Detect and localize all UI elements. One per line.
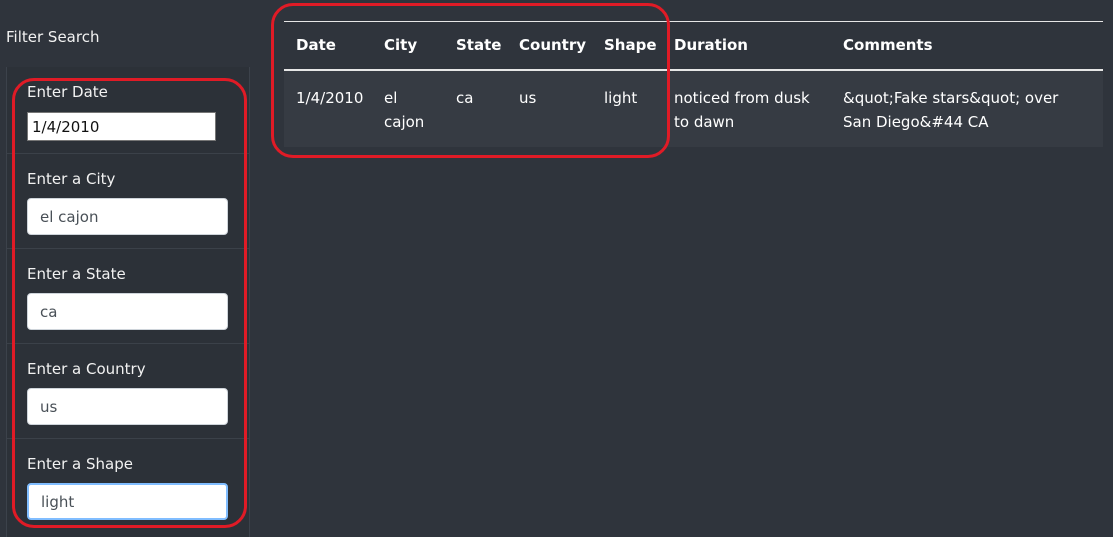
table-header-row: Date City State Country Shape Duration C…	[284, 21, 1103, 70]
filter-item-state: Enter a State	[7, 249, 249, 344]
filter-item-city: Enter a City	[7, 154, 249, 249]
country-label: Enter a Country	[27, 360, 146, 378]
filter-panel: Enter Date Enter a City Enter a State En…	[6, 67, 250, 537]
filter-search-title: Filter Search	[6, 28, 100, 46]
header-duration: Duration	[674, 36, 748, 54]
cell-city: el cajon	[384, 89, 425, 131]
header-date: Date	[296, 36, 336, 54]
cell-country: us	[519, 89, 537, 107]
header-city: City	[384, 36, 418, 54]
cell-state: ca	[456, 89, 474, 107]
header-shape: Shape	[604, 36, 657, 54]
state-label: Enter a State	[27, 265, 126, 283]
country-input[interactable]	[27, 388, 228, 425]
header-country: Country	[519, 36, 587, 54]
filter-item-date: Enter Date	[7, 67, 249, 154]
cell-shape: light	[604, 89, 638, 107]
results-table: Date City State Country Shape Duration C…	[284, 21, 1103, 147]
state-input[interactable]	[27, 293, 228, 330]
filter-item-country: Enter a Country	[7, 344, 249, 439]
city-label: Enter a City	[27, 170, 116, 188]
table-row: 1/4/2010 el cajon ca us light noticed fr…	[284, 70, 1103, 147]
date-input[interactable]	[27, 112, 216, 141]
cell-comments: &quot;Fake stars&quot; over San Diego&#4…	[843, 89, 1059, 131]
shape-input[interactable]	[27, 483, 228, 520]
header-state: State	[456, 36, 502, 54]
ufo-table: Date City State Country Shape Duration C…	[284, 21, 1103, 147]
cell-date: 1/4/2010	[296, 89, 364, 107]
header-comments: Comments	[843, 36, 933, 54]
cell-duration: noticed from dusk to dawn	[674, 89, 810, 131]
shape-label: Enter a Shape	[27, 455, 133, 473]
filter-item-shape: Enter a Shape	[7, 439, 249, 537]
city-input[interactable]	[27, 198, 228, 235]
date-label: Enter Date	[27, 83, 108, 101]
